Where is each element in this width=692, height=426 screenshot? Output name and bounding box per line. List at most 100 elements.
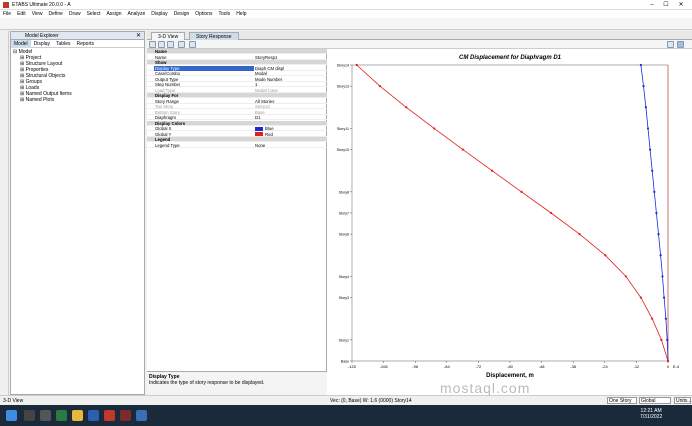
series-point (604, 254, 607, 257)
property-row[interactable]: Bottom Story Base (147, 110, 327, 115)
export-icon[interactable] (189, 41, 196, 48)
menu-tools[interactable]: Tools (216, 10, 234, 18)
property-value[interactable]: Red (255, 132, 273, 137)
property-value-text: All Stories (255, 98, 275, 104)
property-value-text: Base (255, 109, 265, 115)
menu-draw[interactable]: Draw (66, 10, 84, 18)
menu-options[interactable]: Options (192, 10, 215, 18)
property-row[interactable]: Legend Type None (147, 143, 327, 148)
property-help-box: Display Type Indicates the type of story… (147, 371, 327, 395)
series-point (378, 85, 382, 88)
tab-3d-view[interactable]: 3-D View (151, 32, 186, 40)
property-key: Story Range (155, 98, 179, 104)
tab-tables[interactable]: Tables (53, 40, 73, 48)
pencil-icon[interactable] (667, 41, 674, 48)
series-point (639, 296, 642, 299)
menu-select[interactable]: Select (84, 10, 104, 18)
revit-icon[interactable] (120, 410, 131, 421)
etabs-taskbar-icon[interactable] (136, 410, 147, 421)
property-value[interactable]: StoryResp1 (255, 55, 277, 60)
series-point (666, 338, 669, 341)
property-row[interactable]: Diaphragm D1 (147, 115, 327, 121)
property-row[interactable]: Display Type Diaph CM displ (147, 65, 327, 71)
series-point (657, 233, 660, 236)
property-value-text: Diaph CM displ (255, 65, 285, 71)
menu-assign[interactable]: Assign (103, 10, 124, 18)
word-icon[interactable] (88, 410, 99, 421)
minimize-button[interactable]: – (646, 1, 658, 9)
property-row[interactable]: Case/Combo Modal (147, 71, 327, 77)
file-explorer-icon[interactable] (72, 410, 83, 421)
close-button[interactable]: ✕ (675, 1, 687, 9)
series-point (651, 169, 654, 172)
property-value[interactable]: Modal Case (255, 88, 278, 93)
search-icon[interactable] (24, 410, 35, 421)
menu-view[interactable]: View (29, 10, 46, 18)
model-tree: ⊟ Model ⊞ Project ⊞ Structure Layout ⊞ P… (13, 49, 72, 103)
series-point (355, 63, 358, 67)
property-category: Display For (147, 93, 327, 99)
property-value-text: StoryResp1 (255, 54, 278, 60)
series-point (520, 190, 523, 193)
tab-model[interactable]: Model (11, 40, 31, 48)
tab-reports[interactable]: Reports (73, 40, 97, 48)
chrome-icon[interactable] (56, 410, 67, 421)
property-value[interactable]: Mode Number (255, 77, 282, 82)
property-row[interactable]: Global Y Red (147, 132, 327, 137)
autocad-icon[interactable] (104, 410, 115, 421)
series-point (578, 233, 581, 236)
status-view: 3-D View (3, 398, 24, 404)
property-row[interactable]: Global X Blue (147, 126, 327, 132)
windows-start-icon[interactable] (6, 410, 17, 421)
system-clock[interactable]: 12:21 AM 7/31/2022 (640, 408, 662, 420)
property-key: Display For (155, 93, 179, 98)
maximize-button[interactable]: ☐ (660, 1, 672, 9)
watermark: mostaql.com (440, 380, 531, 396)
property-value[interactable]: Modal (255, 71, 267, 76)
menu-display[interactable]: Display (148, 10, 170, 18)
menu-define[interactable]: Define (45, 10, 65, 18)
model-explorer-panel: Model Explorer ✕ Model Display Tables Repor… (10, 31, 145, 395)
property-key: Top Story (155, 104, 174, 109)
print-icon[interactable] (167, 41, 174, 48)
property-row[interactable]: Output Type Mode Number (147, 77, 327, 82)
menu-edit[interactable]: Edit (14, 10, 29, 18)
property-value[interactable]: D1 (255, 115, 261, 120)
property-value[interactable]: Blue (255, 126, 274, 131)
property-value[interactable]: Story14 (255, 104, 270, 109)
series-point (661, 275, 664, 278)
property-key: Name (155, 54, 167, 60)
copy-icon[interactable] (158, 41, 165, 48)
plot-frame (351, 64, 669, 362)
menu-design[interactable]: Design (171, 10, 193, 18)
property-row[interactable]: Load Type Modal Case (147, 88, 327, 93)
tree-item-named-plots[interactable]: ⊞ Named Plots (13, 97, 72, 103)
story-select[interactable]: One Story (607, 397, 637, 404)
window-title: ETABS Ultimate 20.0.0 - A (12, 2, 71, 8)
close-icon[interactable]: ✕ (136, 32, 141, 39)
property-row[interactable]: Story Range All Stories (147, 99, 327, 104)
menu-help[interactable]: Help (233, 10, 249, 18)
property-row[interactable]: Step Number 1 (147, 82, 327, 88)
task-view-icon[interactable] (40, 410, 51, 421)
property-value[interactable]: All Stories (255, 99, 274, 104)
tab-story-response[interactable]: Story Response (189, 32, 239, 40)
units-button[interactable]: Units... (674, 397, 692, 404)
table-icon[interactable] (178, 41, 185, 48)
property-value[interactable]: Diaph CM displ (255, 66, 284, 71)
property-value[interactable]: None (255, 143, 265, 148)
menu-file[interactable]: File (0, 10, 14, 18)
property-value[interactable]: Base (255, 110, 265, 115)
property-key: Name (155, 49, 167, 54)
save-icon[interactable] (149, 41, 156, 48)
series-line-global-y (356, 64, 669, 362)
status-bar: 3-D View Vec: (0, Base) W: 1.6 (0000) St… (0, 395, 692, 405)
tab-display[interactable]: Display (31, 40, 53, 48)
property-value[interactable]: 1 (255, 82, 257, 87)
menu-analyze[interactable]: Analyze (124, 10, 148, 18)
chart-mode-icon[interactable] (677, 41, 684, 48)
property-row[interactable]: Name StoryResp1 (147, 55, 327, 60)
coord-system-select[interactable]: Global (639, 397, 671, 404)
x-tick-label: -24 (602, 364, 609, 369)
property-row[interactable]: Top Story Story14 (147, 104, 327, 110)
